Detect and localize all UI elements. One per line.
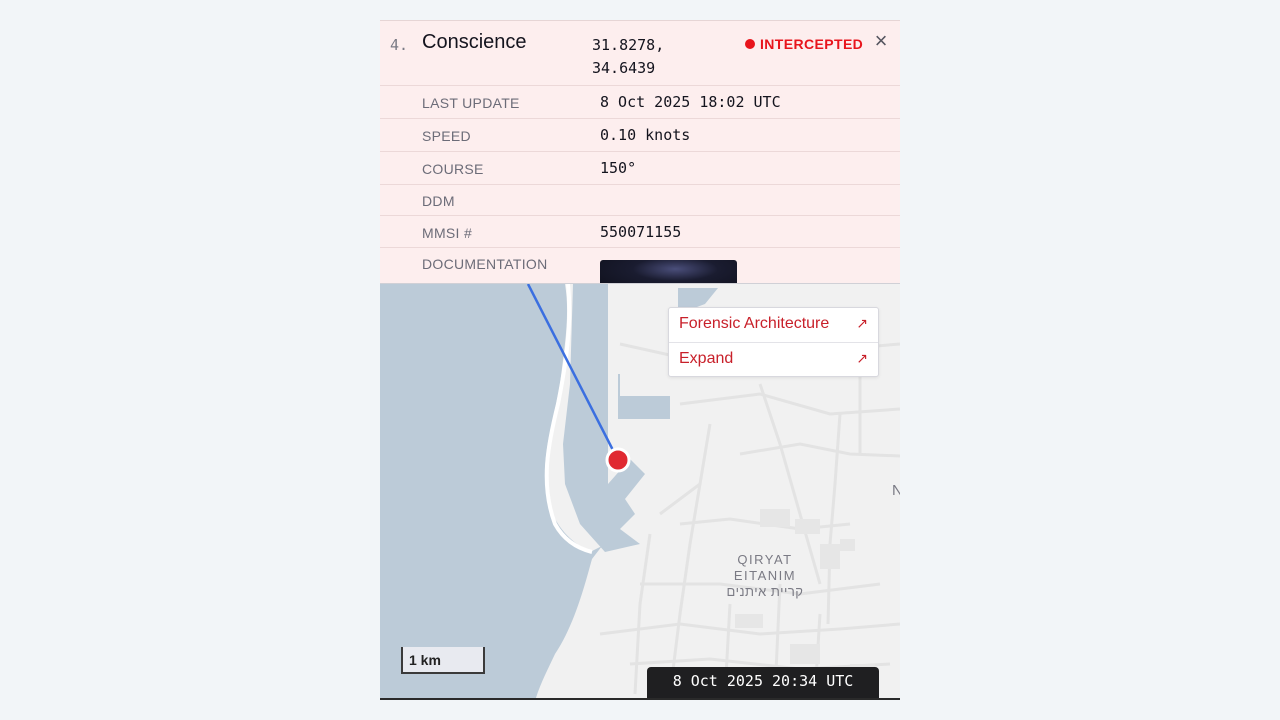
detail-label: SPEED — [422, 128, 471, 144]
detail-row-course: COURSE 150° — [380, 151, 900, 185]
close-icon: × — [874, 28, 888, 53]
status-dot-icon — [745, 39, 755, 49]
detail-value: 8 Oct 2025 18:02 UTC — [600, 93, 781, 111]
detail-row-speed: SPEED 0.10 knots — [380, 118, 900, 152]
map-timestamp: 8 Oct 2025 20:34 UTC — [647, 667, 879, 698]
vessel-coordinates: 31.8278, 34.6439 — [592, 34, 712, 80]
vessel-panel: 4. Conscience 31.8278, 34.6439 INTERCEPT… — [380, 20, 900, 700]
place-label-line: EITANIM — [733, 568, 797, 583]
documentation-thumbnail[interactable] — [600, 260, 737, 284]
link-label: Forensic Architecture — [679, 315, 830, 332]
arrow-up-right-icon: ↗ — [856, 350, 868, 366]
arrow-up-right-icon: ↗ — [856, 315, 868, 331]
longitude: 34.6439 — [592, 59, 656, 77]
vessel-name: Conscience — [422, 31, 527, 53]
detail-label: COURSE — [422, 161, 484, 177]
detail-label: MMSI # — [422, 225, 473, 241]
vessel-header: 4. Conscience 31.8278, 34.6439 INTERCEPT… — [380, 21, 900, 85]
detail-label: DDM — [422, 193, 455, 209]
vessel-info-card: 4. Conscience 31.8278, 34.6439 INTERCEPT… — [380, 20, 900, 284]
link-label: Expand — [679, 350, 734, 367]
place-label-line: QIRYAT — [737, 552, 793, 567]
detail-row-last-update: LAST UPDATE 8 Oct 2025 18:02 UTC — [380, 85, 900, 119]
detail-label: LAST UPDATE — [422, 95, 520, 111]
place-label-qiryat-eitanim: QIRYAT EITANIM קריית איתנים — [700, 552, 830, 600]
map-edge-label: N — [892, 482, 900, 499]
detail-value: 150° — [600, 159, 637, 177]
external-links-popup: Forensic Architecture ↗ Expand ↗ — [668, 307, 879, 377]
map-view[interactable]: Forensic Architecture ↗ Expand ↗ QIRYAT … — [380, 283, 900, 700]
detail-row-ddm: DDM — [380, 184, 900, 216]
detail-label: DOCUMENTATION — [422, 256, 548, 272]
detail-value: 550071155 — [600, 223, 682, 241]
vessel-index: 4. — [390, 36, 409, 54]
latitude: 31.8278, — [592, 36, 665, 54]
status-label: INTERCEPTED — [760, 36, 864, 52]
close-button[interactable]: × — [870, 30, 892, 52]
scale-label: 1 km — [409, 652, 441, 668]
harbor-pier — [618, 284, 672, 314]
detail-value: 0.10 knots — [600, 126, 691, 144]
status-badge: INTERCEPTED — [745, 36, 863, 52]
map-scale-bar: 1 km — [401, 647, 485, 674]
expand-link[interactable]: Expand ↗ — [669, 342, 878, 377]
detail-row-mmsi: MMSI # 550071155 — [380, 215, 900, 248]
vessel-marker[interactable] — [605, 447, 631, 473]
forensic-architecture-link[interactable]: Forensic Architecture ↗ — [669, 308, 878, 342]
place-label-line: קריית איתנים — [726, 584, 804, 599]
